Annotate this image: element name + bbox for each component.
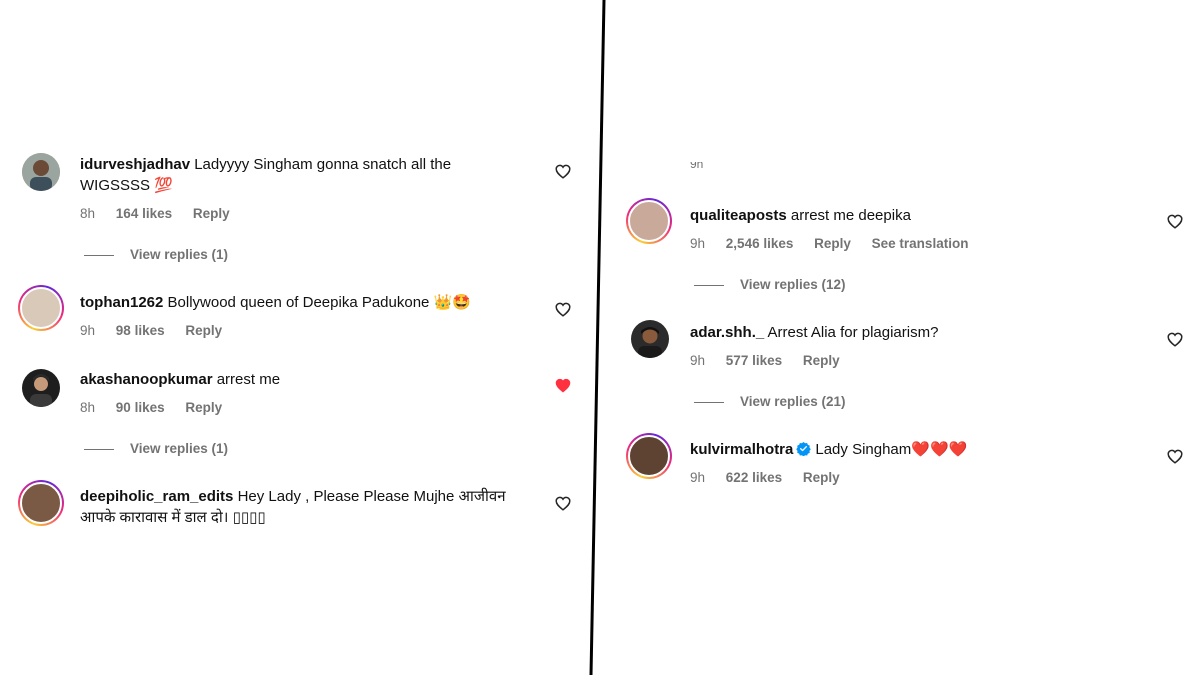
heart-outline-icon[interactable] <box>1167 214 1183 229</box>
heart-outline-icon[interactable] <box>1167 449 1183 464</box>
avatar[interactable] <box>22 153 60 191</box>
reply-button[interactable]: Reply <box>814 236 851 251</box>
heart-outline-icon[interactable] <box>555 496 571 511</box>
comment-meta: 8h 164 likes Reply <box>80 206 247 221</box>
verified-badge-icon <box>796 441 812 456</box>
timestamp: 8h <box>80 206 96 221</box>
heart-outline-icon[interactable] <box>1167 332 1183 347</box>
comment-text: arrest me deepika <box>790 207 911 224</box>
view-replies-button[interactable]: View replies (12) <box>694 277 846 292</box>
username[interactable]: adar.shh._ <box>690 324 764 341</box>
likes-count[interactable]: 164 likes <box>116 206 172 221</box>
heart-outline-icon[interactable] <box>555 164 571 179</box>
reply-button[interactable]: Reply <box>803 470 840 485</box>
replies-line <box>84 448 114 450</box>
comment-meta: 9h 2,546 likes Reply See translation <box>690 236 985 251</box>
comment-body: qualiteaposts arrest me deepika <box>690 205 1150 226</box>
comment-meta: 9h 577 likes Reply <box>690 353 857 368</box>
timestamp: 9h <box>690 353 706 368</box>
replies-line <box>84 254 114 256</box>
avatar-image <box>20 287 62 329</box>
view-replies-button[interactable]: View replies (1) <box>84 247 228 262</box>
reply-button[interactable]: Reply <box>803 353 840 368</box>
avatar-image <box>628 200 670 242</box>
username[interactable]: idurveshjadhav <box>80 156 190 173</box>
cutoff-text: 9h <box>690 162 704 170</box>
likes-count[interactable]: 577 likes <box>726 353 782 368</box>
avatar[interactable] <box>22 369 60 407</box>
view-replies-button[interactable]: View replies (21) <box>694 394 846 409</box>
avatar-image <box>20 482 62 524</box>
timestamp: 9h <box>690 470 706 485</box>
likes-count[interactable]: 90 likes <box>116 400 165 415</box>
avatar[interactable] <box>626 198 672 244</box>
comment-meta: 9h 98 likes Reply <box>80 323 239 338</box>
avatar[interactable] <box>626 433 672 479</box>
heart-outline-icon[interactable] <box>555 302 571 317</box>
comment-body: akashanoopkumar arrest me <box>80 369 500 390</box>
view-replies-label: View replies (21) <box>740 394 846 409</box>
comment-text: arrest me <box>216 371 281 388</box>
comment-body: deepiholic_ram_edits Hey Lady , Please P… <box>80 486 530 528</box>
timestamp: 9h <box>690 236 706 251</box>
username[interactable]: deepiholic_ram_edits <box>80 488 233 505</box>
username[interactable]: akashanoopkumar <box>80 371 213 388</box>
comment-body: adar.shh._ Arrest Alia for plagiarism? <box>690 322 1150 343</box>
comment-body: tophan1262 Bollywood queen of Deepika Pa… <box>80 292 540 313</box>
reply-button[interactable]: Reply <box>185 400 222 415</box>
heart-filled-icon[interactable] <box>555 378 571 393</box>
comment-meta: 8h 90 likes Reply <box>80 400 239 415</box>
replies-line <box>694 284 724 286</box>
likes-count[interactable]: 98 likes <box>116 323 165 338</box>
avatar[interactable] <box>18 480 64 526</box>
comment-text: Arrest Alia for plagiarism? <box>767 324 939 341</box>
view-replies-label: View replies (1) <box>130 247 229 262</box>
comment-text: Bollywood queen of Deepika Padukone 👑🤩 <box>167 294 471 311</box>
see-translation-button[interactable]: See translation <box>872 236 969 251</box>
username[interactable]: qualiteaposts <box>690 207 787 224</box>
avatar-image <box>628 435 670 477</box>
username[interactable]: kulvirmalhotra <box>690 441 793 458</box>
avatar[interactable] <box>18 285 64 331</box>
username[interactable]: tophan1262 <box>80 294 163 311</box>
view-replies-button[interactable]: View replies (1) <box>84 441 228 456</box>
timestamp: 8h <box>80 400 96 415</box>
comment-meta: 9h 622 likes Reply <box>690 470 857 485</box>
timestamp: 9h <box>80 323 96 338</box>
avatar[interactable] <box>631 320 669 358</box>
view-replies-label: View replies (12) <box>740 277 846 292</box>
comment-body: idurveshjadhav Ladyyyy Singham gonna sna… <box>80 154 500 196</box>
view-replies-label: View replies (1) <box>130 441 229 456</box>
reply-button[interactable]: Reply <box>185 323 222 338</box>
likes-count[interactable]: 2,546 likes <box>726 236 794 251</box>
comment-body: kulvirmalhotra Lady Singham❤️❤️❤️ <box>690 439 1150 460</box>
reply-button[interactable]: Reply <box>193 206 230 221</box>
replies-line <box>694 401 724 403</box>
comment-text: Lady Singham❤️❤️❤️ <box>815 441 968 458</box>
likes-count[interactable]: 622 likes <box>726 470 782 485</box>
